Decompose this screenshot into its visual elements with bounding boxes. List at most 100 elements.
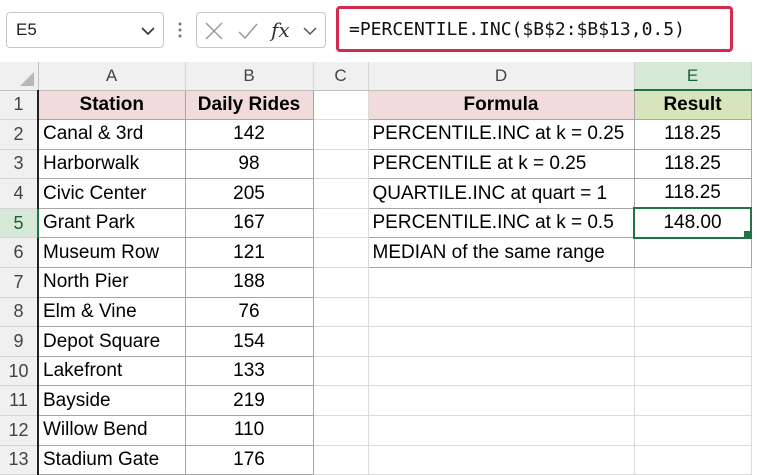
cell-c8[interactable] xyxy=(313,297,369,328)
header-daily-rides[interactable]: Daily Rides xyxy=(184,89,314,121)
cell-c2[interactable] xyxy=(313,119,369,150)
enter-check-icon[interactable] xyxy=(237,20,259,42)
row-header-5[interactable]: 5 xyxy=(0,208,39,239)
row-header-8[interactable]: 8 xyxy=(0,297,39,328)
cell-c7[interactable] xyxy=(313,267,369,298)
formula-bar-area: E5 fx =PERCENTILE.INC($B$2:$B$13,0.5) xyxy=(0,0,757,64)
cell-d10[interactable] xyxy=(368,356,635,387)
row-header-12[interactable]: 12 xyxy=(0,415,39,446)
formula-label-cell[interactable]: PERCENTILE.INC at k = 0.5 xyxy=(367,207,635,239)
station-cell[interactable]: Harborwalk xyxy=(37,148,186,180)
row-header-6[interactable]: 6 xyxy=(0,237,39,269)
chevron-down-icon[interactable] xyxy=(139,22,157,40)
result-cell[interactable]: 118.25 xyxy=(633,119,752,150)
cell-c4[interactable] xyxy=(313,178,369,209)
insert-function-icon[interactable]: fx xyxy=(271,18,299,42)
station-cell[interactable]: Elm & Vine xyxy=(37,296,186,328)
column-header-a[interactable]: A xyxy=(38,62,186,91)
rides-cell[interactable]: 205 xyxy=(184,178,314,209)
column-header-e[interactable]: E xyxy=(634,62,752,91)
formula-input[interactable]: =PERCENTILE.INC($B$2:$B$13,0.5) xyxy=(336,6,733,52)
fill-handle[interactable] xyxy=(743,229,749,236)
column-header-d[interactable]: D xyxy=(368,62,635,91)
cell-e9[interactable] xyxy=(634,326,752,357)
row-header-13[interactable]: 13 xyxy=(0,445,39,475)
rides-cell[interactable]: 98 xyxy=(184,148,314,180)
cancel-icon[interactable] xyxy=(203,20,225,42)
cell-c9[interactable] xyxy=(313,326,369,357)
result-cell[interactable]: 118.25 xyxy=(633,178,752,209)
rides-cell[interactable]: 176 xyxy=(184,444,314,475)
formula-label-cell[interactable]: QUARTILE.INC at quart = 1 xyxy=(367,178,635,209)
cell-d12[interactable] xyxy=(368,415,635,446)
column-header-c[interactable]: C xyxy=(313,62,369,91)
cell-d9[interactable] xyxy=(368,326,635,357)
active-cell-e5[interactable]: 148.00 xyxy=(633,207,752,239)
row-header-10[interactable]: 10 xyxy=(0,356,39,387)
cell-e7[interactable] xyxy=(634,267,752,298)
formula-label-cell[interactable]: PERCENTILE.INC at k = 0.25 xyxy=(367,119,635,150)
rides-cell[interactable]: 154 xyxy=(184,326,314,357)
more-options-icon[interactable] xyxy=(170,20,190,40)
result-cell[interactable] xyxy=(633,237,752,269)
rides-cell[interactable]: 121 xyxy=(184,237,314,269)
row-header-4[interactable]: 4 xyxy=(0,178,39,209)
cell-c6[interactable] xyxy=(313,237,369,269)
cell-e13[interactable] xyxy=(634,445,752,475)
rides-cell[interactable]: 188 xyxy=(184,267,314,298)
cell-d11[interactable] xyxy=(368,385,635,417)
row-header-7[interactable]: 7 xyxy=(0,267,39,298)
station-cell[interactable]: Grant Park xyxy=(37,207,186,239)
cell-d7[interactable] xyxy=(368,267,635,298)
row-header-3[interactable]: 3 xyxy=(0,149,39,180)
name-box-value: E5 xyxy=(16,20,37,39)
formula-controls: fx xyxy=(196,12,326,48)
cell-c13[interactable] xyxy=(313,445,369,475)
spreadsheet-grid: A B C D E 1 Station Daily Rides Formula … xyxy=(0,62,752,475)
station-cell[interactable]: North Pier xyxy=(37,267,186,298)
column-header-b[interactable]: B xyxy=(185,62,314,91)
station-cell[interactable]: Civic Center xyxy=(37,178,186,209)
rides-cell[interactable]: 133 xyxy=(184,355,314,387)
cell-e11[interactable] xyxy=(634,385,752,417)
result-cell[interactable]: 118.25 xyxy=(633,148,752,180)
header-result[interactable]: Result xyxy=(633,89,752,121)
cell-e10[interactable] xyxy=(634,356,752,387)
cell-d8[interactable] xyxy=(368,297,635,328)
cell-c11[interactable] xyxy=(313,385,369,417)
cell-c3[interactable] xyxy=(313,149,369,180)
cell-c12[interactable] xyxy=(313,415,369,446)
cell-c1[interactable] xyxy=(313,90,369,121)
row-header-9[interactable]: 9 xyxy=(0,326,39,357)
station-cell[interactable]: Depot Square xyxy=(37,326,186,357)
select-all-triangle-icon xyxy=(19,71,34,86)
formula-label-cell[interactable]: MEDIAN of the same range xyxy=(367,237,635,269)
rides-cell[interactable]: 167 xyxy=(184,207,314,239)
cell-e8[interactable] xyxy=(634,297,752,328)
row-header-11[interactable]: 11 xyxy=(0,385,39,417)
select-all-corner[interactable] xyxy=(0,62,39,91)
station-cell[interactable]: Bayside xyxy=(37,385,186,417)
station-cell[interactable]: Lakefront xyxy=(37,355,186,387)
station-cell[interactable]: Willow Bend xyxy=(37,415,186,446)
formula-label-cell[interactable]: PERCENTILE at k = 0.25 xyxy=(367,148,635,180)
cell-e12[interactable] xyxy=(634,415,752,446)
header-formula[interactable]: Formula xyxy=(367,89,635,121)
row-header-1[interactable]: 1 xyxy=(0,90,39,121)
row-header-2[interactable]: 2 xyxy=(0,119,39,150)
cell-c10[interactable] xyxy=(313,356,369,387)
header-station[interactable]: Station xyxy=(37,89,186,121)
rides-cell[interactable]: 142 xyxy=(184,119,314,150)
rides-cell[interactable]: 76 xyxy=(184,296,314,328)
chevron-down-icon[interactable] xyxy=(301,20,319,42)
active-cell-value: 148.00 xyxy=(663,212,722,234)
station-cell[interactable]: Museum Row xyxy=(37,237,186,269)
station-cell[interactable]: Stadium Gate xyxy=(37,444,186,475)
rides-cell[interactable]: 219 xyxy=(184,385,314,417)
cell-d13[interactable] xyxy=(368,445,635,475)
station-cell[interactable]: Canal & 3rd xyxy=(37,119,186,150)
name-box[interactable]: E5 xyxy=(6,12,164,48)
formula-text: =PERCENTILE.INC($B$2:$B$13,0.5) xyxy=(349,19,685,40)
cell-c5[interactable] xyxy=(313,208,369,239)
rides-cell[interactable]: 110 xyxy=(184,415,314,446)
